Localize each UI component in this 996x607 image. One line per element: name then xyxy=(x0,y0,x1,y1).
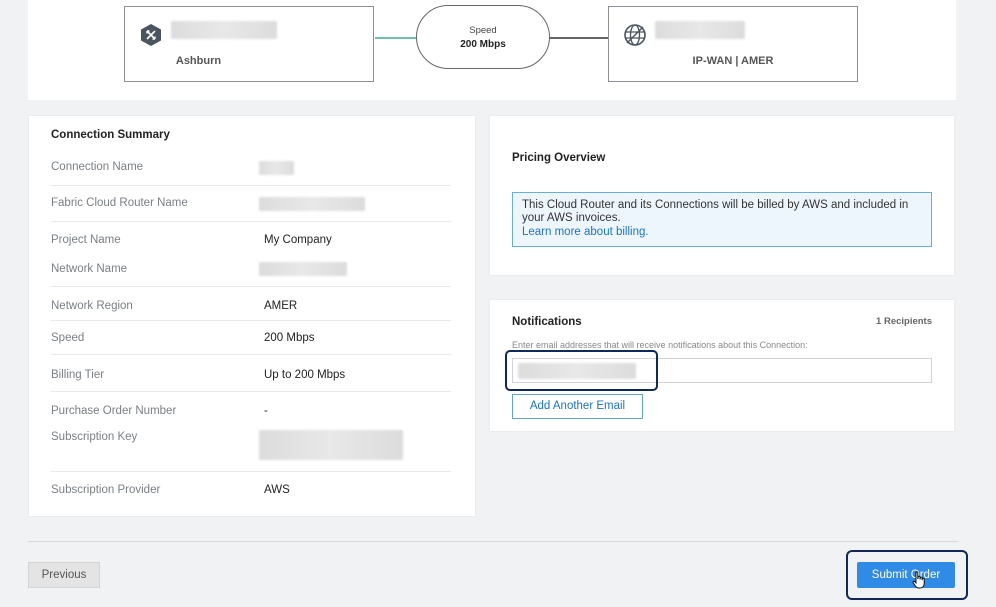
row-key: Purchase Order Number xyxy=(51,405,177,417)
row-value: 200 Mbps xyxy=(264,332,315,344)
summary-title: Connection Summary xyxy=(51,129,170,141)
divider xyxy=(51,391,451,392)
source-name-redacted xyxy=(171,21,277,39)
divider xyxy=(51,354,451,355)
destination-node: IP-WAN | AMER xyxy=(608,6,858,82)
billing-info-text: This Cloud Router and its Connections wi… xyxy=(522,199,909,224)
row-key: Fabric Cloud Router Name xyxy=(51,197,188,209)
billing-learn-more-link[interactable]: Learn more about billing. xyxy=(522,226,922,239)
speed-pill: Speed 200 Mbps xyxy=(416,5,550,69)
pricing-overview-card: Pricing Overview This Cloud Router and i… xyxy=(490,116,954,275)
connection-diagram: Ashburn Speed 200 Mbps IP-WAN | AMER xyxy=(28,0,956,100)
row-value: - xyxy=(264,405,268,417)
source-location: Ashburn xyxy=(175,55,222,67)
email-focus-highlight xyxy=(505,350,658,391)
redacted-value xyxy=(259,197,365,211)
connection-summary-card: Connection Summary Connection Name Fabri… xyxy=(29,116,475,516)
recipients-count: 1 Recipients xyxy=(876,316,932,327)
redacted-value xyxy=(259,161,294,175)
divider xyxy=(51,185,451,186)
row-key: Subscription Provider xyxy=(51,484,161,496)
row-key: Network Region xyxy=(51,300,133,312)
divider xyxy=(51,286,451,287)
source-node: Ashburn xyxy=(124,6,374,82)
row-key: Connection Name xyxy=(51,161,144,173)
redacted-value xyxy=(259,430,403,460)
link-line-right xyxy=(549,37,609,39)
link-line-left xyxy=(375,37,417,39)
row-value: Up to 200 Mbps xyxy=(264,369,346,381)
divider xyxy=(51,221,451,222)
hand-cursor-icon xyxy=(912,571,925,589)
row-key: Billing Tier xyxy=(51,369,105,381)
previous-button[interactable]: Previous xyxy=(28,562,100,588)
divider xyxy=(51,471,451,472)
email-hint: Enter email addresses that will receive … xyxy=(512,340,808,350)
divider xyxy=(51,320,451,321)
submit-order-button[interactable]: Submit Order xyxy=(857,562,955,588)
row-value: My Company xyxy=(264,234,332,246)
pricing-title: Pricing Overview xyxy=(512,152,606,164)
globe-icon xyxy=(624,24,646,46)
add-another-email-button[interactable]: Add Another Email xyxy=(512,394,643,419)
footer-divider xyxy=(28,541,958,542)
notifications-title: Notifications xyxy=(512,316,582,328)
router-icon xyxy=(141,24,161,46)
speed-value: 200 Mbps xyxy=(460,39,506,50)
redacted-value xyxy=(259,262,347,276)
row-key: Network Name xyxy=(51,263,128,275)
destination-label: IP-WAN | AMER xyxy=(692,55,774,67)
destination-name-redacted xyxy=(655,21,745,39)
row-key: Project Name xyxy=(51,234,121,246)
row-value: AMER xyxy=(264,300,298,312)
row-value: AWS xyxy=(264,484,290,496)
billing-info-box: This Cloud Router and its Connections wi… xyxy=(512,192,932,247)
row-key: Speed xyxy=(51,332,85,344)
speed-title: Speed xyxy=(469,25,497,36)
row-key: Subscription Key xyxy=(51,431,138,443)
